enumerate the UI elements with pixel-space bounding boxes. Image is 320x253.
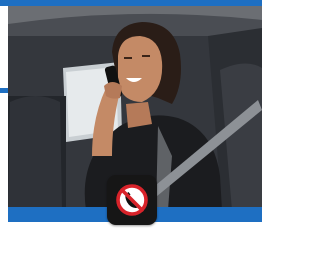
side-accent-tick [0, 88, 8, 93]
no-phone-icon [116, 184, 148, 216]
no-phone-badge [107, 175, 157, 225]
